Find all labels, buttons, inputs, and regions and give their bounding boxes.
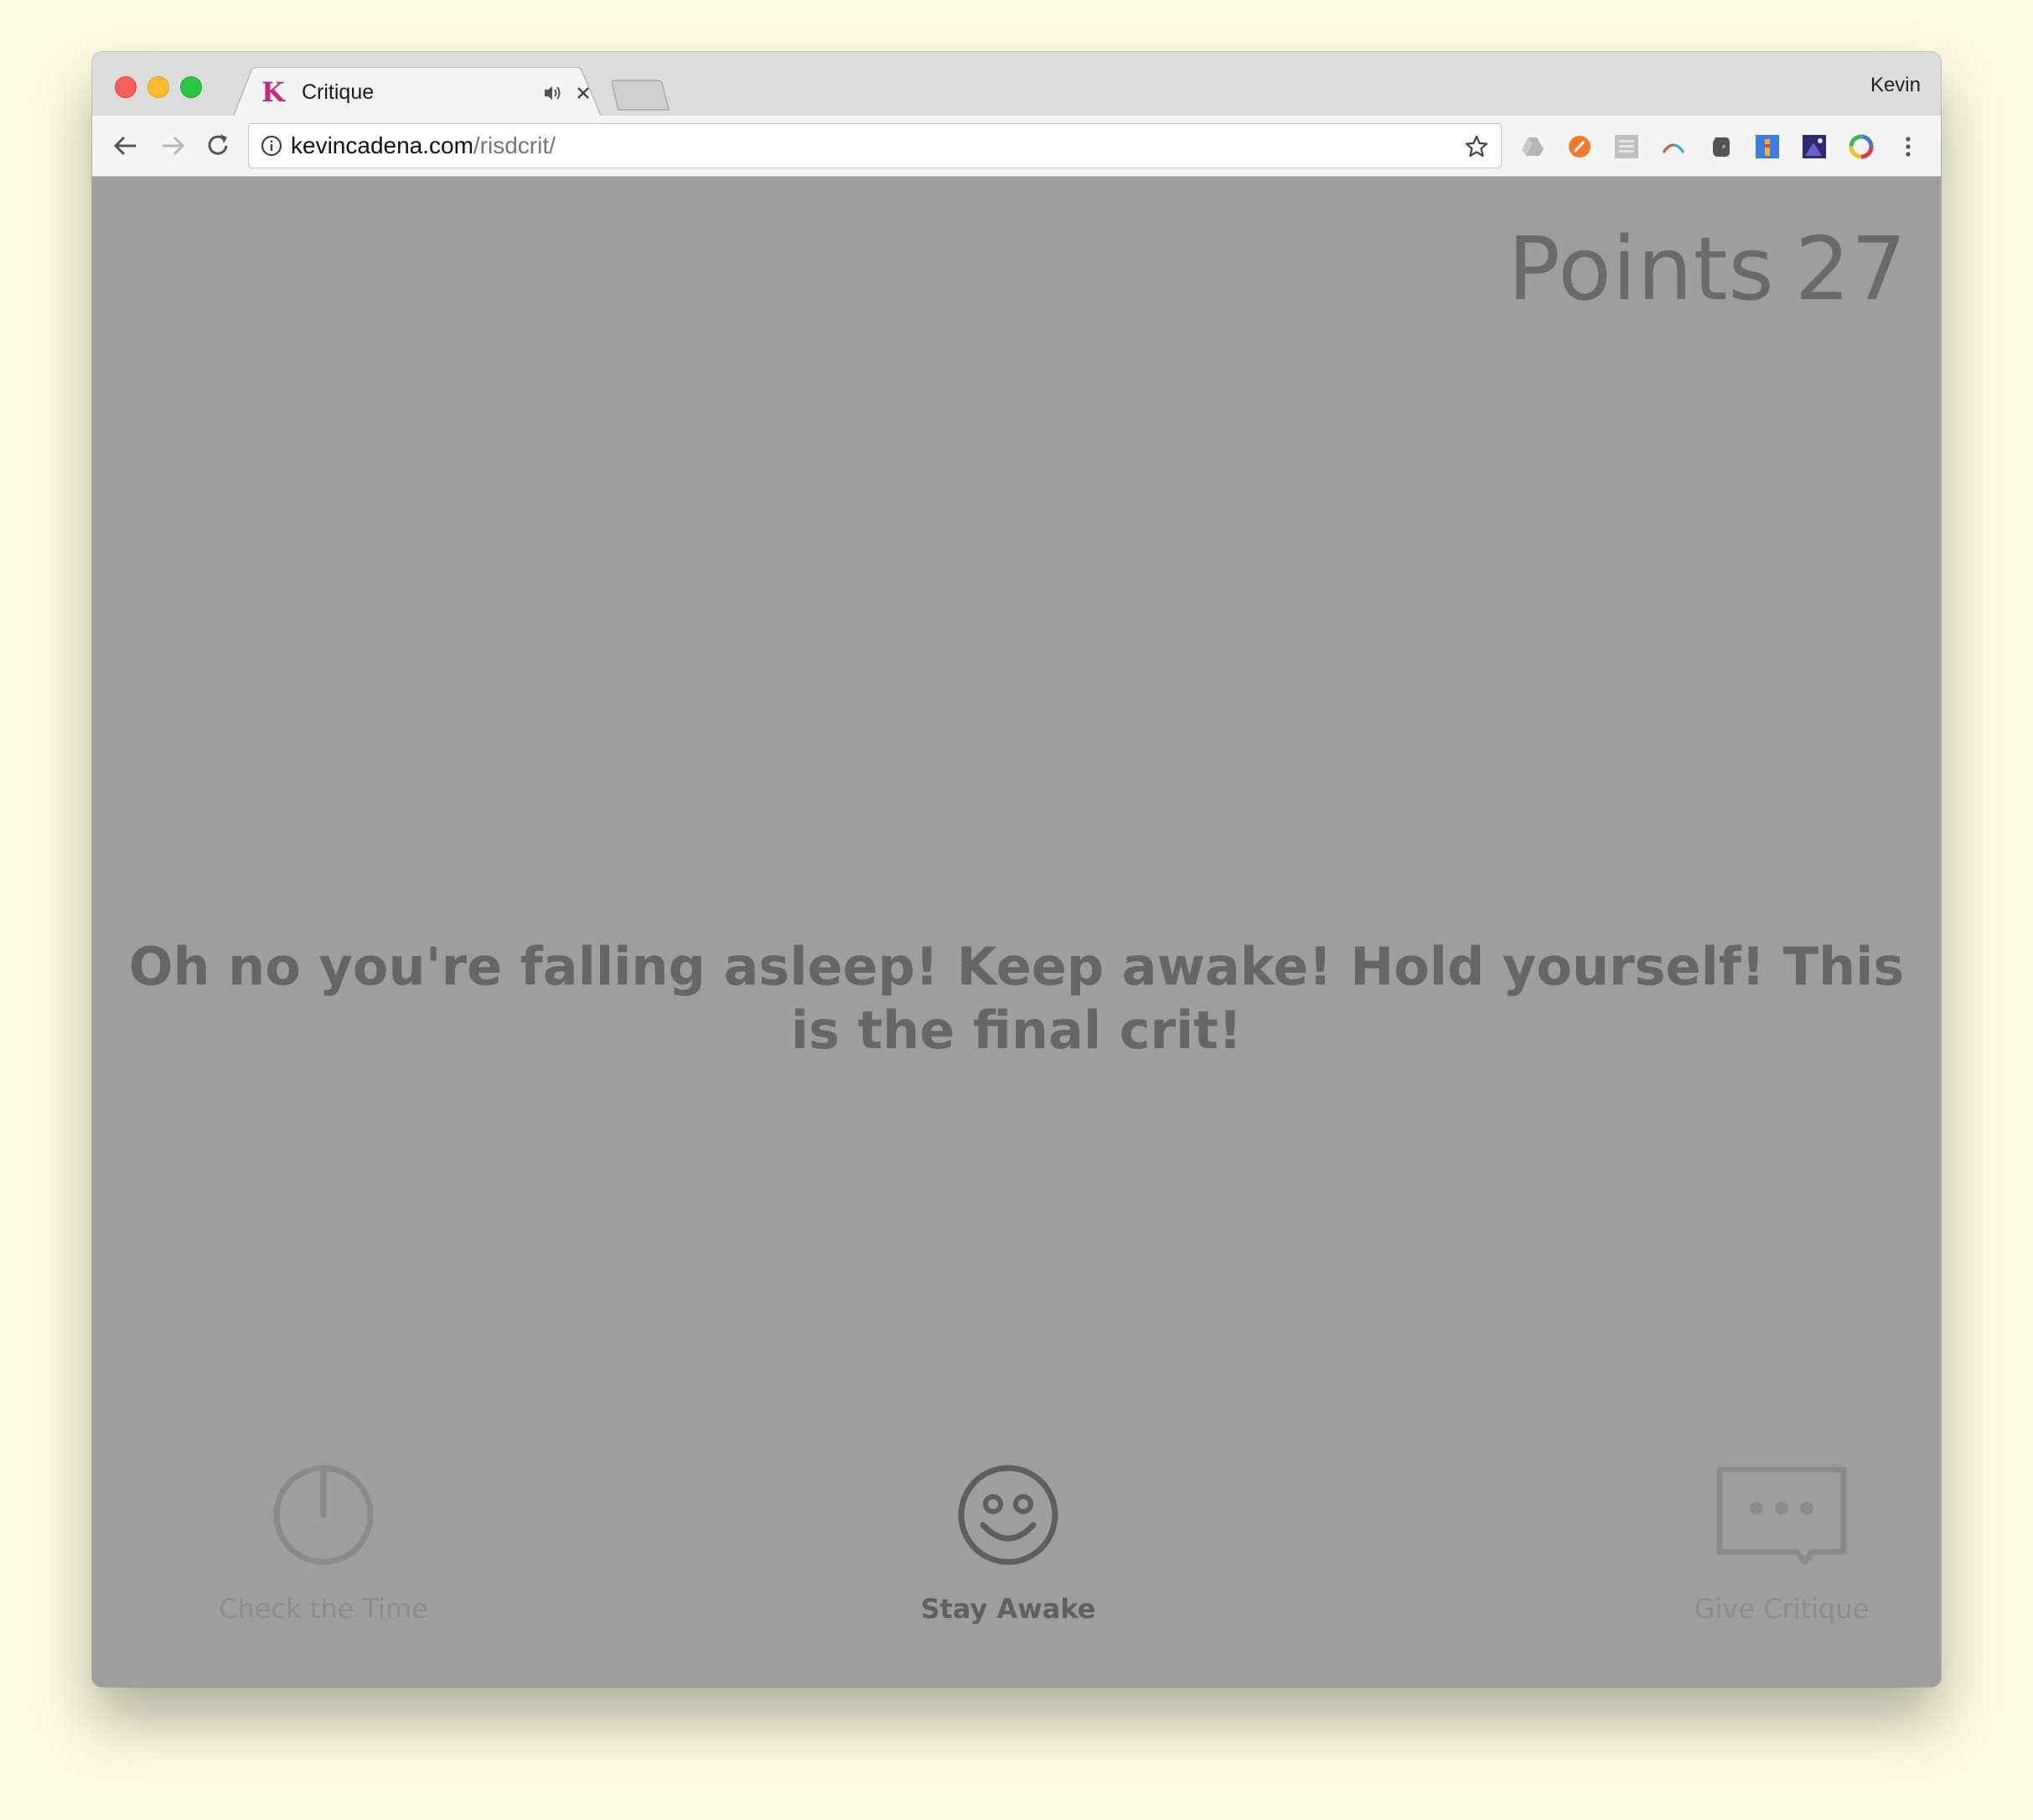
browser-toolbar: kevincadena.com/risdcrit/ (92, 116, 1941, 177)
page-content: Points 27 Oh no you're falling asleep! Ke… (92, 177, 1941, 1687)
speech-bubble-icon (1716, 1466, 1847, 1565)
give-critique-label: Give Critique (1694, 1593, 1870, 1625)
code-extension-icon[interactable] (1614, 134, 1639, 159)
clock-icon (273, 1465, 374, 1565)
give-critique-button[interactable]: Give Critique (1648, 1463, 1916, 1626)
zoom-window-button[interactable] (180, 76, 202, 98)
site-favicon: K (261, 76, 285, 108)
points-value: 27 (1794, 218, 1907, 320)
tab-critique[interactable]: K Critique (233, 67, 602, 117)
profile-name[interactable]: Kevin (1870, 74, 1921, 97)
smiley-icon (958, 1465, 1058, 1565)
address-bar[interactable]: kevincadena.com/risdcrit/ (248, 123, 1502, 168)
back-arrow-icon[interactable] (111, 131, 141, 161)
close-window-button[interactable] (115, 76, 137, 98)
evernote-icon[interactable] (1708, 134, 1733, 159)
reload-icon[interactable] (203, 131, 233, 161)
stay-awake-button[interactable]: Stay Awake (874, 1463, 1142, 1626)
status-message: Oh no you're falling asleep! Keep awake!… (128, 936, 1905, 1061)
site-info-icon[interactable] (261, 135, 282, 157)
browser-window: K Critique Kevin kevincadena.com/risdcri… (92, 52, 1941, 1687)
speaker-icon[interactable] (543, 84, 563, 102)
tab-strip: K Critique Kevin (92, 52, 1941, 117)
close-tab-icon[interactable] (574, 84, 592, 102)
minimize-window-button[interactable] (147, 76, 169, 98)
stay-awake-label: Stay Awake (920, 1593, 1096, 1625)
night-sky-extension-icon[interactable] (1802, 134, 1827, 159)
bookmark-star-icon[interactable] (1464, 134, 1489, 159)
tab-title: Critique (302, 80, 375, 104)
points-display: Points 27 (1508, 219, 1907, 319)
url-host: kevincadena.com (291, 132, 473, 158)
forward-arrow-icon[interactable] (158, 131, 188, 161)
orange-circle-extension-icon[interactable] (1567, 134, 1592, 159)
new-tab-button[interactable] (612, 80, 670, 111)
color-wheel-extension-icon[interactable] (1849, 134, 1874, 159)
arc-extension-icon[interactable] (1661, 134, 1686, 159)
check-time-label: Check the Time (219, 1593, 428, 1625)
check-time-button[interactable]: Check the Time (189, 1463, 458, 1626)
google-drive-icon[interactable] (1520, 134, 1545, 159)
points-label: Points (1508, 218, 1775, 320)
lighthouse-extension-icon[interactable] (1755, 134, 1780, 159)
address-url: kevincadena.com/risdcrit/ (291, 132, 556, 159)
url-path: /risdcrit/ (473, 132, 556, 158)
menu-dots-icon[interactable] (1896, 134, 1921, 159)
